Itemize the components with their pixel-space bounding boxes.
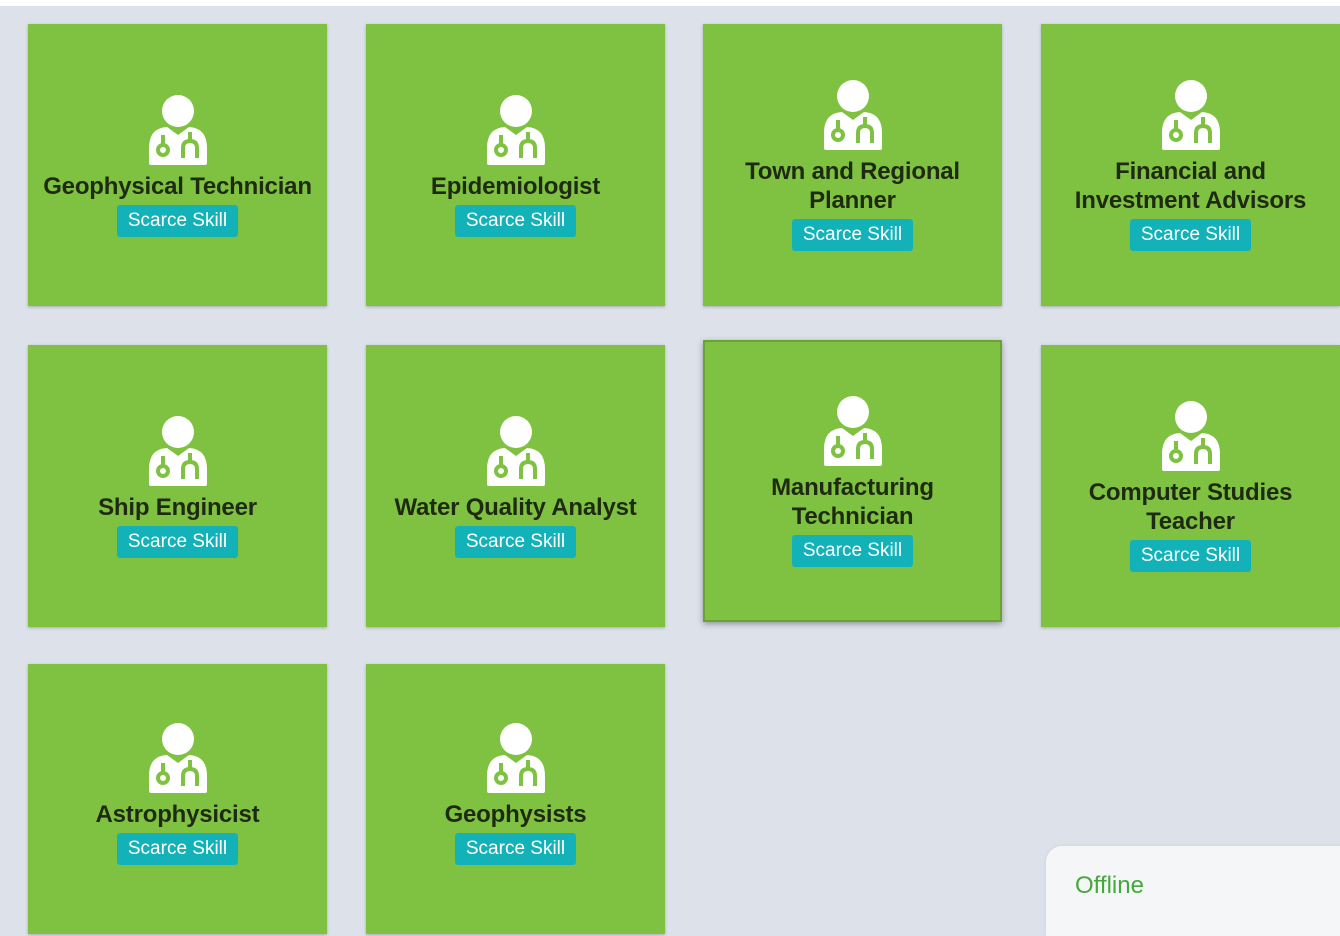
career-title: Geophysists bbox=[444, 800, 587, 828]
doctor-stethoscope-icon bbox=[1161, 401, 1220, 471]
doctor-stethoscope-icon bbox=[148, 94, 207, 165]
scarce-skill-badge: Scarce Skill bbox=[116, 204, 239, 237]
scarce-skill-badge: Scarce Skill bbox=[454, 832, 577, 865]
doctor-stethoscope-icon bbox=[823, 396, 882, 466]
career-title: Water Quality Analyst bbox=[394, 493, 637, 521]
scarce-skill-badge: Scarce Skill bbox=[791, 219, 914, 251]
career-title: Computer Studies Teacher bbox=[1088, 479, 1293, 535]
scarce-skill-badge: Scarce Skill bbox=[791, 535, 914, 567]
offline-status-panel[interactable]: Offline bbox=[1046, 846, 1340, 936]
doctor-stethoscope-icon bbox=[148, 722, 207, 793]
career-title: Astrophysicist bbox=[95, 800, 260, 828]
career-card[interactable]: Water Quality Analyst Scarce Skill bbox=[366, 345, 665, 627]
scarce-skill-badge: Scarce Skill bbox=[454, 204, 577, 237]
scarce-skill-badge: Scarce Skill bbox=[1129, 219, 1252, 251]
offline-status-label: Offline bbox=[1075, 872, 1144, 899]
career-title: Ship Engineer bbox=[98, 493, 257, 521]
scarce-skill-badge: Scarce Skill bbox=[454, 525, 577, 558]
doctor-stethoscope-icon bbox=[486, 415, 545, 486]
career-card[interactable]: Ship Engineer Scarce Skill bbox=[28, 345, 327, 627]
career-card[interactable]: Astrophysicist Scarce Skill bbox=[28, 664, 327, 934]
doctor-stethoscope-icon bbox=[486, 722, 545, 793]
career-card[interactable]: Town and Regional Planner Scarce Skill bbox=[703, 24, 1002, 306]
career-card[interactable]: Computer Studies Teacher Scarce Skill bbox=[1041, 345, 1340, 627]
career-title: Financial and Investment Advisors bbox=[1074, 158, 1307, 214]
career-card-grid: Geophysical Technician Scarce Skill Epid… bbox=[0, 0, 1340, 934]
career-card[interactable]: Epidemiologist Scarce Skill bbox=[366, 24, 665, 306]
career-card[interactable]: Geophysical Technician Scarce Skill bbox=[28, 24, 327, 306]
scarce-skill-badge: Scarce Skill bbox=[116, 832, 239, 865]
career-card[interactable]: Geophysists Scarce Skill bbox=[366, 664, 665, 934]
career-title: Manufacturing Technician bbox=[771, 474, 934, 530]
career-card[interactable]: Financial and Investment Advisors Scarce… bbox=[1041, 24, 1340, 306]
career-title: Geophysical Technician bbox=[43, 172, 312, 200]
doctor-stethoscope-icon bbox=[148, 415, 207, 486]
career-title: Town and Regional Planner bbox=[745, 158, 960, 214]
career-title: Epidemiologist bbox=[430, 172, 601, 200]
doctor-stethoscope-icon bbox=[486, 94, 545, 165]
doctor-stethoscope-icon bbox=[823, 80, 882, 150]
career-card-hovered[interactable]: Manufacturing Technician Scarce Skill bbox=[703, 340, 1002, 622]
scarce-skill-badge: Scarce Skill bbox=[116, 525, 239, 558]
scarce-skill-badge: Scarce Skill bbox=[1129, 540, 1252, 572]
doctor-stethoscope-icon bbox=[1161, 80, 1220, 150]
